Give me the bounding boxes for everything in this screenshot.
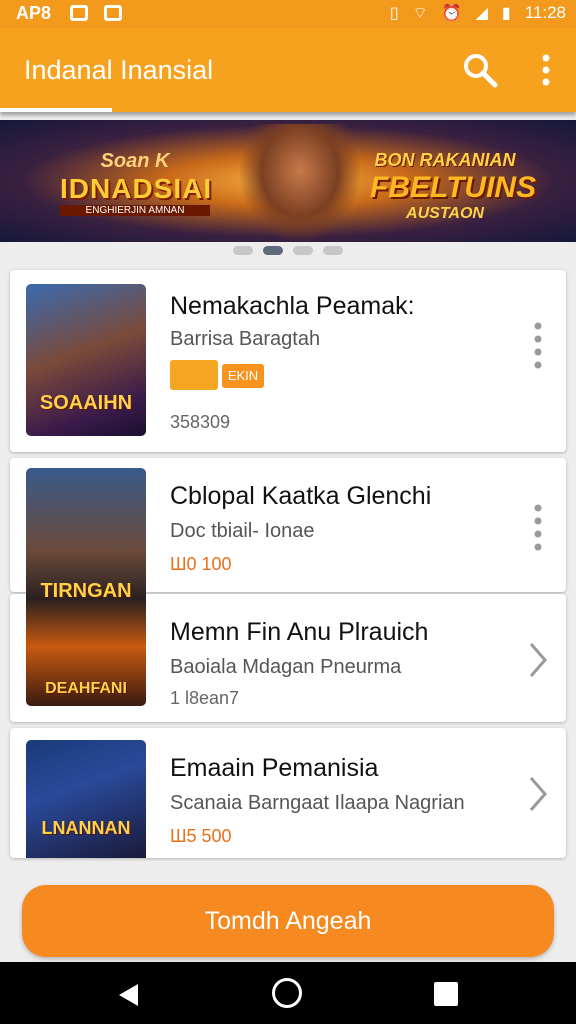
game-title: Memn Fin Anu Plrauich <box>170 618 429 646</box>
banner-left-logo: Soan K IDNADSIAI ENGHIERJIN AMNAN <box>60 150 213 220</box>
app-title: Indanal Inansial <box>24 55 214 85</box>
more-vert-icon[interactable] <box>535 52 557 88</box>
battery-icon: ▮ <box>501 5 511 22</box>
banner-right-main: FBELTUINS <box>370 171 537 204</box>
game-meta: 358309 <box>170 412 231 432</box>
vibrate-icon: ▯ <box>389 5 399 22</box>
app-bar: Indanal Inansial <box>0 28 576 112</box>
banner-right-sub: AUSTAON <box>406 205 484 222</box>
wifi-icon: ⌔ <box>412 5 428 22</box>
game-subtitle: Baoiala Mdagan Pneurma <box>170 656 402 678</box>
banner-hero-image <box>240 124 360 242</box>
banner-left-main: IDNADSIAI <box>60 173 213 204</box>
pager-dot[interactable] <box>233 246 253 255</box>
banner-left-sub: ENGHIERJIN AMNAN <box>60 205 210 216</box>
game-card[interactable]: TIRNGAN DEAHFANI Cblopal Kaatka Glenchi … <box>10 458 566 706</box>
game-badge: EKIN <box>222 364 264 388</box>
status-text: AP8 <box>16 3 52 23</box>
tab-indicator <box>0 108 112 112</box>
back-icon[interactable] <box>116 982 142 1008</box>
alarm-icon: ⏰ <box>441 5 462 22</box>
pager-dot[interactable] <box>293 246 313 255</box>
thumbnail-label: SOAAIHN <box>39 392 133 414</box>
rating-badge-icon <box>170 360 218 390</box>
game-subtitle: Scanaia Barngaat Ilaapa Nagrian <box>170 792 465 814</box>
game-card[interactable]: LNANNAN Emaain Pemanisia Scanaia Barngaa… <box>10 728 566 858</box>
image-notification-icon <box>104 5 122 21</box>
chevron-right-icon[interactable] <box>526 640 550 680</box>
banner-right-top: BON RAKANIAN <box>374 150 516 170</box>
thumbnail-label: LNANNAN <box>41 818 131 838</box>
chevron-right-icon[interactable] <box>526 774 550 814</box>
banner-pager <box>0 246 576 260</box>
thumbnail-label-secondary: DEAHFANI <box>45 680 127 697</box>
game-thumbnail: LNANNAN <box>26 740 146 858</box>
primary-action-button[interactable]: Tomdh Angeah <box>22 885 554 957</box>
pager-dot[interactable] <box>323 246 343 255</box>
pager-dot-active[interactable] <box>263 246 283 255</box>
game-price: Ш0 100 <box>170 554 232 574</box>
game-card[interactable]: SOAAIHN Nemakachla Peamak: Barrisa Barag… <box>10 270 566 452</box>
thumbnail-label: TIRNGAN <box>40 580 132 602</box>
banner-left-top: Soan K <box>100 150 170 172</box>
game-price: Ш5 500 <box>170 826 232 846</box>
game-subtitle: Doc tbiail- Ionae <box>170 520 315 542</box>
home-icon[interactable] <box>272 978 302 1008</box>
system-nav-bar <box>0 962 576 1024</box>
status-bar: AP8 ▯ ⌔ ⏰ ◢ ▮ 11:28 <box>0 0 576 28</box>
status-clock: 11:28 <box>524 3 566 22</box>
promo-banner[interactable]: Soan K IDNADSIAI ENGHIERJIN AMNAN BON RA… <box>0 120 576 242</box>
game-subtitle: Barrisa Baragtah <box>170 328 321 350</box>
signal-icon: ◢ <box>475 5 488 22</box>
notification-icon <box>70 5 88 21</box>
game-thumbnail: TIRNGAN DEAHFANI <box>26 468 146 706</box>
game-title: Cblopal Kaatka Glenchi <box>170 482 432 510</box>
search-icon[interactable] <box>462 52 498 88</box>
status-icons: ▯ ⌔ ⏰ ◢ ▮ 11:28 <box>390 3 566 23</box>
recent-apps-icon[interactable] <box>434 982 458 1006</box>
kebab-menu-icon[interactable] <box>530 502 546 552</box>
game-title: Emaain Pemanisia <box>170 754 379 782</box>
game-thumbnail: SOAAIHN <box>26 284 146 436</box>
kebab-menu-icon[interactable] <box>530 320 546 370</box>
banner-right-text: BON RAKANIAN FBELTUINS AUSTAON <box>370 150 537 223</box>
game-meta: 1 l8ean7 <box>170 688 240 708</box>
game-title: Nemakachla Peamak: <box>170 292 415 320</box>
